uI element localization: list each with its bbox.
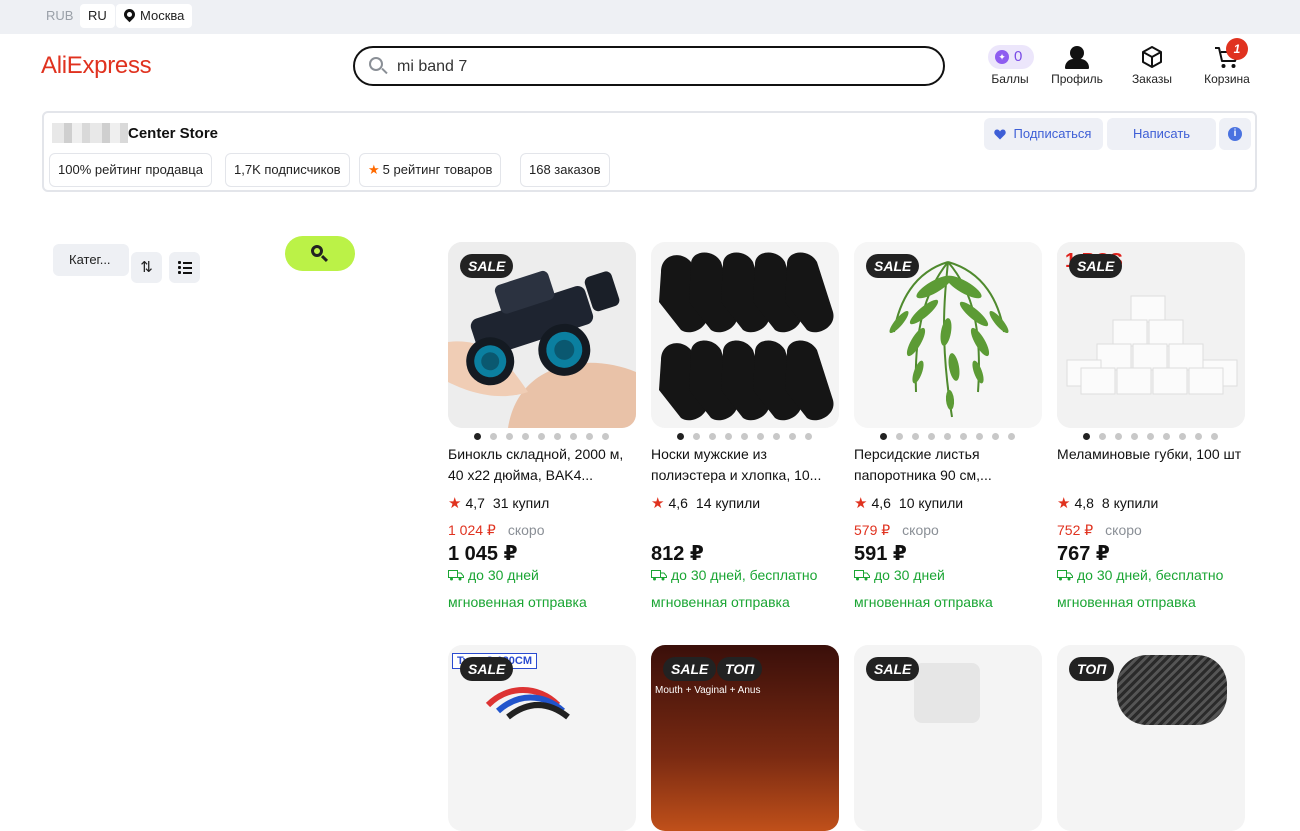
chip-seller-rating: 100% рейтинг продавца xyxy=(49,153,212,187)
cart-count-badge: 1 xyxy=(1226,38,1248,60)
image-pagination-dots xyxy=(677,433,827,441)
orders-label: Заказы xyxy=(1131,72,1173,86)
info-button[interactable]: i xyxy=(1219,118,1251,150)
sale-badge: SALE xyxy=(866,657,920,681)
product-image[interactable]: ТОП xyxy=(1057,645,1245,831)
product-image[interactable]: 1 PCS SALE xyxy=(1057,242,1245,428)
instant-shipping: мгновенная отправка xyxy=(1057,594,1196,610)
sale-badge: SALE xyxy=(460,254,514,278)
store-name[interactable]: Center Store xyxy=(128,125,218,142)
star-icon: ★ xyxy=(1057,495,1071,512)
location-pin-icon xyxy=(121,6,138,23)
info-icon: i xyxy=(1228,127,1242,141)
old-price: 752 ₽ скоро xyxy=(1057,522,1142,538)
box-icon xyxy=(1142,46,1162,68)
product-rating: ★ 4,6 10 купили xyxy=(854,495,964,512)
profile-button[interactable]: Профиль xyxy=(1047,44,1107,90)
delivery-info: до 30 дней, бесплатно xyxy=(1057,567,1223,583)
product-rating: ★ 4,6 14 купили xyxy=(651,495,761,512)
product-image[interactable] xyxy=(651,242,839,428)
product-image[interactable]: SALE xyxy=(854,242,1042,428)
orders-button[interactable]: Заказы xyxy=(1122,44,1182,90)
points-count: 0 xyxy=(1014,48,1023,65)
socks-image xyxy=(651,242,839,428)
top-badge: ТОП xyxy=(1069,657,1115,681)
currency-selector[interactable]: RUB xyxy=(38,4,81,28)
star-icon: ★ xyxy=(368,162,380,177)
subscribe-button[interactable]: Подписаться xyxy=(984,118,1103,150)
city-label: Москва xyxy=(140,8,185,23)
image-pagination-dots xyxy=(1083,433,1233,441)
cart-button[interactable]: 1 Корзина xyxy=(1197,38,1257,90)
product-title[interactable]: Персидские листья папоротника 90 см,... xyxy=(854,444,1040,486)
product-rating: ★ 4,7 31 купил xyxy=(448,495,550,512)
product-image[interactable]: SALE xyxy=(448,242,636,428)
instant-shipping: мгновенная отправка xyxy=(854,594,993,610)
old-price: 579 ₽ скоро xyxy=(854,522,939,538)
delivery-info: до 30 дней xyxy=(854,567,945,583)
language-selector[interactable]: RU xyxy=(80,4,115,28)
sale-badge: SALE xyxy=(460,657,514,681)
store-name-blurred xyxy=(52,123,128,143)
list-view-button[interactable] xyxy=(169,252,200,283)
truck-icon xyxy=(651,570,667,581)
chip-followers: 1,7K подписчиков xyxy=(225,153,350,187)
search-in-store-button[interactable] xyxy=(285,236,355,271)
truck-icon xyxy=(854,570,870,581)
chip-orders: 168 заказов xyxy=(520,153,610,187)
cart-label: Корзина xyxy=(1204,72,1250,86)
search-input[interactable] xyxy=(397,56,917,78)
truck-icon xyxy=(1057,570,1073,581)
write-button[interactable]: Написать xyxy=(1107,118,1216,150)
profile-label: Профиль xyxy=(1051,72,1103,86)
sale-badge: SALE xyxy=(663,657,717,681)
old-price: 1 024 ₽ скоро xyxy=(448,522,545,538)
image-overlay-text: Mouth + Vaginal + Anus xyxy=(655,685,761,696)
product-title[interactable]: Бинокль складной, 2000 м, 40 х22 дюйма, … xyxy=(448,444,634,486)
categories-button[interactable]: Катег... xyxy=(53,244,129,276)
product-price: 812 ₽ xyxy=(651,543,704,565)
image-pagination-dots xyxy=(474,433,624,441)
delivery-info: до 30 дней xyxy=(448,567,539,583)
aliexpress-logo[interactable]: AliExpress xyxy=(41,52,152,80)
product-rating: ★ 4,8 8 купили xyxy=(1057,495,1159,512)
product-price: 767 ₽ xyxy=(1057,543,1110,565)
star-icon: ★ xyxy=(448,495,462,512)
top-badge: ТОП xyxy=(717,657,763,681)
search-icon xyxy=(369,57,388,75)
instant-shipping: мгновенная отправка xyxy=(448,594,587,610)
points-label: Баллы xyxy=(991,72,1029,86)
product-image[interactable]: SALE xyxy=(854,645,1042,831)
truck-icon xyxy=(448,570,464,581)
sale-badge: SALE xyxy=(866,254,920,278)
top-strip: RUB RU Москва xyxy=(0,0,1300,34)
product-image[interactable]: Type-C 120CM SALE xyxy=(448,645,636,831)
search-bar[interactable] xyxy=(353,46,945,86)
product-image[interactable]: Mouth + Vaginal + Anus SALE ТОП xyxy=(651,645,839,831)
delivery-info: до 30 дней, бесплатно xyxy=(651,567,817,583)
chip-product-rating: ★ 5 рейтинг товаров xyxy=(359,153,502,187)
sort-button[interactable]: ⇅ xyxy=(131,252,162,283)
star-icon: ★ xyxy=(854,495,868,512)
sale-badge: SALE xyxy=(1069,254,1123,278)
image-pagination-dots xyxy=(880,433,1030,441)
store-panel: Center Store Подписаться Написать i 100%… xyxy=(42,111,1257,192)
product-price: 1 045 ₽ xyxy=(448,543,518,565)
points-coin-icon: ✦ xyxy=(995,50,1009,64)
product-title[interactable]: Носки мужские из полиэстера и хлопка, 10… xyxy=(651,444,837,486)
star-icon: ★ xyxy=(651,495,665,512)
subscribe-label: Подписаться xyxy=(1013,126,1092,141)
instant-shipping: мгновенная отправка xyxy=(651,594,790,610)
heart-icon xyxy=(994,129,1006,140)
product-title[interactable]: Меламиновые губки, 100 шт xyxy=(1057,444,1243,486)
product-price: 591 ₽ xyxy=(854,543,907,565)
city-selector[interactable]: Москва xyxy=(116,4,193,28)
points-button[interactable]: ✦ 0 Баллы xyxy=(980,44,1040,90)
